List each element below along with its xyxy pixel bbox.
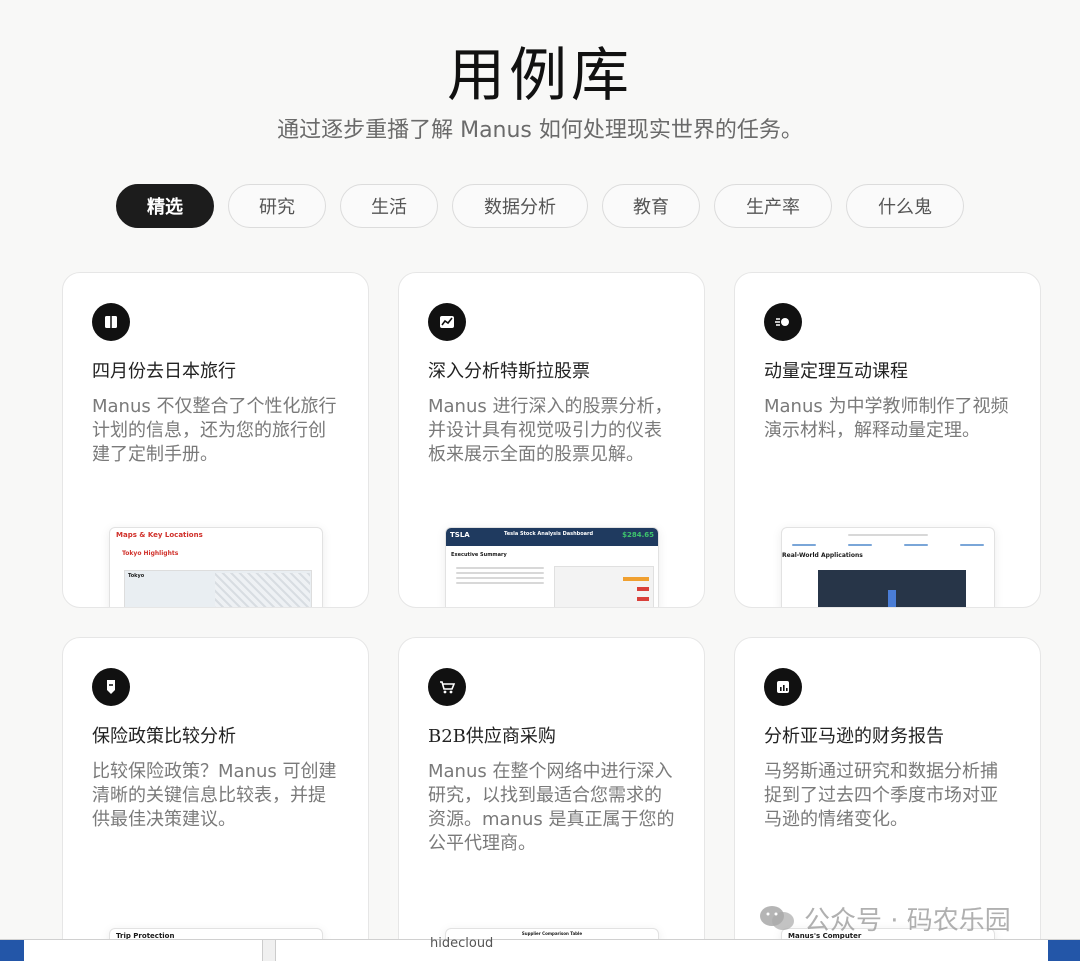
category-tabs: 精选 研究 生活 数据分析 教育 生产率 什么鬼 — [0, 184, 1080, 228]
card-title: 保险政策比较分析 — [92, 726, 236, 747]
card-preview: Real-World Applications — [781, 527, 995, 607]
tab-education[interactable]: 教育 — [602, 184, 700, 228]
use-case-card-tesla-stock[interactable]: 深入分析特斯拉股票 Manus 进行深入的股票分析，并设计具有视觉吸引力的仪表板… — [398, 272, 705, 608]
bottom-bar-text: hidecloud — [430, 936, 494, 951]
page-title: 用例库 — [446, 41, 633, 109]
use-case-card-momentum-course[interactable]: 动量定理互动课程 Manus 为中学教师制作了视频演示材料，解释动量定理。 Re… — [734, 272, 1041, 608]
bottom-overlay-bar: hidecloud — [0, 936, 1080, 961]
travel-book-icon — [92, 303, 130, 341]
card-title: 动量定理互动课程 — [764, 361, 908, 382]
card-preview: TSLA Tesla Stock Analysis Dashboard $284… — [445, 527, 659, 607]
preview-heading: Real-World Applications — [782, 552, 863, 559]
wechat-watermark: 公众号 · 码农乐园 — [758, 898, 1058, 938]
page-subtitle: 通过逐步重播了解 Manus 如何处理现实世界的任务。 — [277, 118, 803, 143]
preview-price: $284.65 — [622, 531, 654, 539]
card-description: 马努斯通过研究和数据分析捕捉到了过去四个季度市场对亚马逊的情绪变化。 — [764, 761, 998, 830]
preview-heading: Maps & Key Locations — [116, 531, 203, 539]
shopping-cart-icon — [428, 668, 466, 706]
use-case-card-insurance-comparison[interactable]: 保险政策比较分析 比较保险政策？Manus 可创建清晰的关键信息比较表，并提供最… — [62, 637, 369, 961]
use-case-card-b2b-sourcing[interactable]: B2B供应商采购 Manus 在整个网络中进行深入研究，以找到最适合您需求的资源… — [398, 637, 705, 961]
card-description: Manus 在整个网络中进行深入研究，以找到最适合您需求的资源。manus 是真… — [428, 761, 675, 854]
preview-section: Executive Summary — [451, 552, 507, 558]
card-title: B2B供应商采购 — [428, 726, 556, 747]
watermark-text: 公众号 · 码农乐园 — [804, 905, 1011, 936]
tab-data-analysis[interactable]: 数据分析 — [452, 184, 588, 228]
preview-heading: Tesla Stock Analysis Dashboard — [504, 531, 594, 537]
stock-chart-icon — [428, 303, 466, 341]
card-description: Manus 不仅整合了个性化旅行计划的信息，还为您的旅行创建了定制手册。 — [92, 396, 337, 465]
finance-report-icon — [764, 668, 802, 706]
tab-productivity[interactable]: 生产率 — [714, 184, 832, 228]
tab-research[interactable]: 研究 — [228, 184, 326, 228]
card-preview: Maps & Key Locations Tokyo Highlights To… — [109, 527, 323, 607]
preview-label: Tokyo — [128, 573, 145, 579]
card-title: 分析亚马逊的财务报告 — [764, 726, 944, 747]
tab-featured[interactable]: 精选 — [116, 184, 214, 228]
momentum-icon — [764, 303, 802, 341]
card-title: 深入分析特斯拉股票 — [428, 361, 590, 382]
tab-life[interactable]: 生活 — [340, 184, 438, 228]
preview-subheading: Tokyo Highlights — [122, 550, 179, 557]
card-description: 比较保险政策？Manus 可创建清晰的关键信息比较表，并提供最佳决策建议。 — [92, 761, 337, 830]
tab-wtf[interactable]: 什么鬼 — [846, 184, 964, 228]
preview-ticker: TSLA — [450, 531, 470, 539]
use-case-card-japan-trip[interactable]: 四月份去日本旅行 Manus 不仅整合了个性化旅行计划的信息，还为您的旅行创建了… — [62, 272, 369, 608]
card-title: 四月份去日本旅行 — [92, 361, 236, 382]
card-description: Manus 进行深入的股票分析，并设计具有视觉吸引力的仪表板来展示全面的股票见解… — [428, 396, 673, 465]
preview-heading: Supplier Comparison Table — [521, 931, 583, 936]
insurance-icon — [92, 668, 130, 706]
card-description: Manus 为中学教师制作了视频演示材料，解释动量定理。 — [764, 396, 1009, 441]
wechat-icon — [760, 906, 794, 930]
